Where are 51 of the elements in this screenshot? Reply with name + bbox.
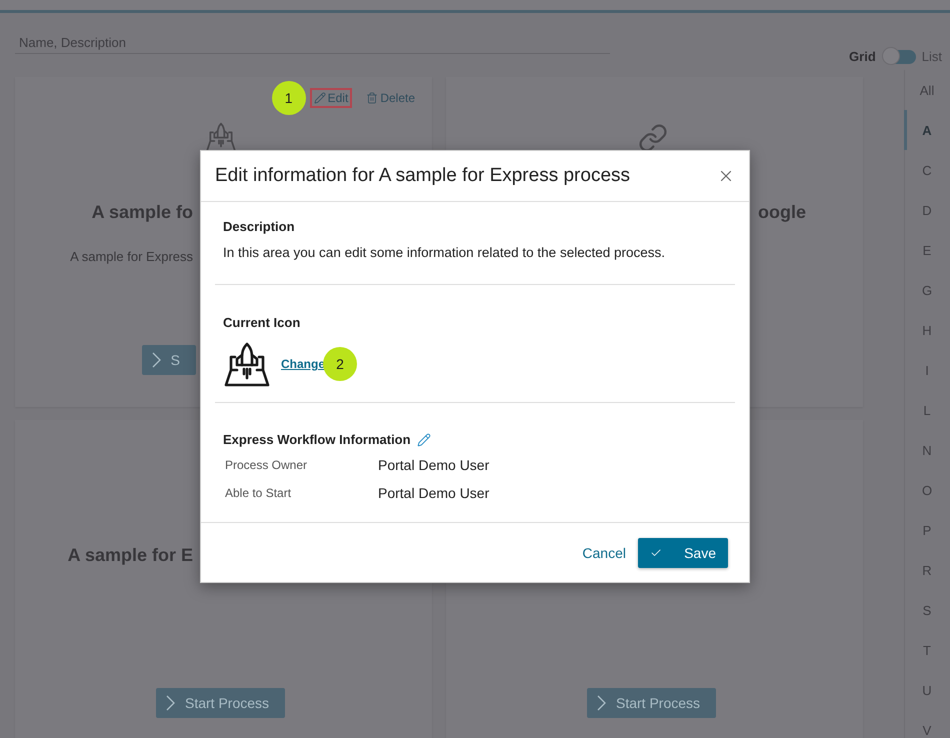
step-marker: 2 <box>323 347 358 381</box>
field-value: Portal Demo User <box>378 457 490 473</box>
section-heading: Description <box>223 219 295 234</box>
start-process-button[interactable]: S <box>142 345 196 375</box>
rocket-icon <box>223 340 271 388</box>
grid-label: Grid <box>849 49 876 64</box>
field-value: Portal Demo User <box>378 485 490 501</box>
letter-filter[interactable]: T <box>904 630 950 670</box>
chevron-icon <box>166 695 175 711</box>
step-marker: 1 <box>272 81 306 115</box>
start-process-button[interactable]: Start Process <box>587 688 716 718</box>
process-title: A sample for E <box>68 545 193 565</box>
letter-filter[interactable]: P <box>904 510 950 550</box>
link-icon <box>638 123 668 153</box>
dialog-title: Edit information for A sample for Express process <box>215 165 630 187</box>
letter-filter[interactable]: R <box>904 550 950 590</box>
pencil-icon <box>314 92 326 104</box>
search-field[interactable]: Name, Description <box>15 32 610 54</box>
letter-filter[interactable]: V <box>904 710 950 738</box>
letter-filter[interactable]: C <box>904 150 950 190</box>
letter-filter[interactable]: I <box>904 350 950 390</box>
pencil-icon[interactable] <box>416 432 431 446</box>
letter-filter[interactable]: A <box>904 110 950 150</box>
process-description: A sample for Express <box>70 249 193 265</box>
letter-filter[interactable]: S <box>904 590 950 630</box>
letter-filter[interactable]: All <box>904 70 950 110</box>
letter-filter[interactable]: U <box>904 670 950 710</box>
start-process-button[interactable]: Start Process <box>156 688 286 718</box>
cancel-button[interactable]: Cancel <box>580 544 628 560</box>
chevron-icon <box>597 695 606 711</box>
field-label: Able to Start <box>225 486 292 500</box>
process-title: oogle <box>758 202 806 222</box>
chevron-icon <box>152 352 161 368</box>
letter-filter[interactable]: E <box>904 230 950 270</box>
description-text: In this area you can edit some information related to the selected process. <box>223 245 666 260</box>
edit-link[interactable]: Edit <box>310 88 352 108</box>
trash-icon <box>366 92 378 104</box>
section-heading: Current Icon <box>223 315 300 330</box>
save-button[interactable]: Save <box>638 538 728 568</box>
process-title: A sample fo <box>92 202 193 222</box>
letter-filter[interactable]: D <box>904 190 950 230</box>
section-heading: Express Workflow Information <box>223 432 411 447</box>
letter-filter[interactable]: L <box>904 390 950 430</box>
letter-filter[interactable]: O <box>904 470 950 510</box>
letter-filter[interactable]: G <box>904 270 950 310</box>
delete-link[interactable]: Delete <box>362 88 419 108</box>
letter-filter[interactable]: N <box>904 430 950 470</box>
field-label: Process Owner <box>225 458 308 472</box>
view-switch[interactable] <box>882 50 916 64</box>
letter-filter[interactable]: H <box>904 310 950 350</box>
change-link[interactable]: Change <box>281 357 326 371</box>
